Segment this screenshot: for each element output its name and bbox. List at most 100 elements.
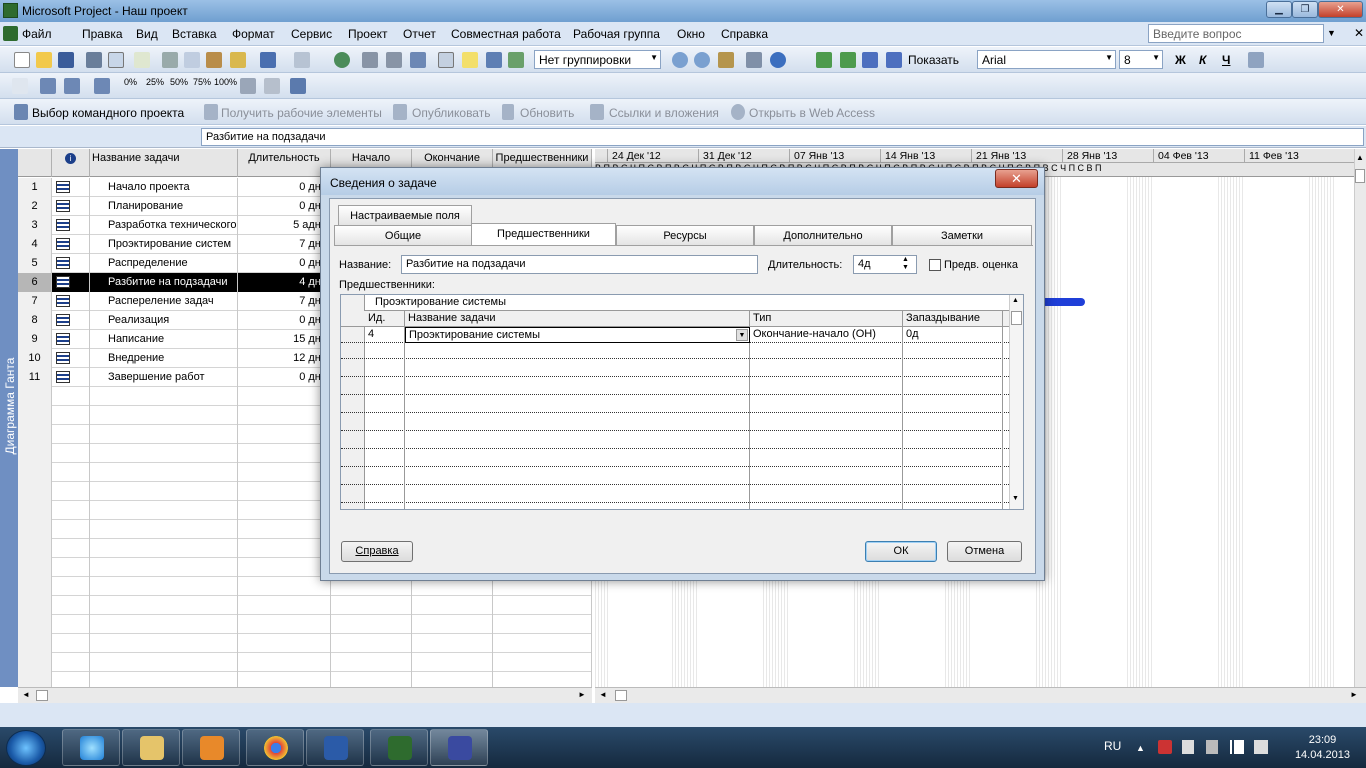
- help-dropdown-icon[interactable]: ▼: [1327, 28, 1336, 38]
- predecessors-cell[interactable]: [493, 596, 592, 615]
- empty-cell[interactable]: [903, 379, 1003, 397]
- row-number[interactable]: 11: [18, 368, 52, 387]
- predecessor-row[interactable]: 4 Проэктирование системы ▼ Окончание-нача…: [341, 327, 1023, 343]
- empty-cell[interactable]: [903, 451, 1003, 469]
- empty-predecessor-row[interactable]: [341, 397, 1023, 415]
- task-info-icon[interactable]: [438, 52, 454, 68]
- menu-insert[interactable]: Вставка: [172, 27, 217, 41]
- pred-name-select[interactable]: Проэктирование системы ▼: [405, 327, 750, 343]
- duration-cell[interactable]: 7 дне: [238, 292, 331, 311]
- dialog-close-icon[interactable]: ✕: [995, 169, 1038, 188]
- task-name-cell[interactable]: [90, 520, 238, 539]
- duration-cell[interactable]: [238, 539, 331, 558]
- empty-cell[interactable]: [750, 433, 903, 451]
- copy-picture-icon[interactable]: [746, 52, 762, 68]
- duration-cell[interactable]: [238, 596, 331, 615]
- hyperlink-icon[interactable]: [334, 52, 350, 68]
- row-indicator[interactable]: [52, 539, 90, 558]
- duration-cell[interactable]: 4 дне: [238, 273, 331, 292]
- task-name-cell[interactable]: Проэктирование систем: [90, 235, 238, 254]
- empty-predecessor-row[interactable]: [341, 451, 1023, 469]
- tray-expand-icon[interactable]: ▲: [1136, 743, 1145, 753]
- show-subtasks-icon[interactable]: [862, 52, 878, 68]
- taskbar-word[interactable]: [306, 729, 364, 766]
- publish-icon[interactable]: [508, 52, 524, 68]
- empty-cell[interactable]: [903, 343, 1003, 361]
- row-number[interactable]: [18, 615, 52, 634]
- help-button[interactable]: Справка: [341, 541, 413, 562]
- row-indicator[interactable]: [52, 463, 90, 482]
- empty-cell[interactable]: [750, 451, 903, 469]
- start-cell[interactable]: [331, 596, 412, 615]
- italic-button[interactable]: К: [1199, 53, 1206, 67]
- spinner-icon[interactable]: ▲ ▼: [902, 256, 909, 272]
- finish-cell[interactable]: [412, 653, 493, 672]
- table-scrollbar[interactable]: ▲ ▼: [1009, 295, 1023, 509]
- menu-edit[interactable]: Правка: [82, 27, 123, 41]
- row-indicator[interactable]: [52, 596, 90, 615]
- hide-subtasks-icon[interactable]: [886, 52, 902, 68]
- task-name-cell[interactable]: [90, 596, 238, 615]
- start-button[interactable]: [6, 730, 46, 766]
- task-name-cell[interactable]: [90, 615, 238, 634]
- task-name-cell[interactable]: Планирование: [90, 197, 238, 216]
- row-indicator[interactable]: [52, 482, 90, 501]
- link-tasks-icon[interactable]: [362, 52, 378, 68]
- copy-icon[interactable]: [184, 52, 200, 68]
- empty-predecessor-row[interactable]: [341, 361, 1023, 379]
- predecessors-cell[interactable]: [493, 653, 592, 672]
- row-number[interactable]: 7: [18, 292, 52, 311]
- finish-cell[interactable]: [412, 634, 493, 653]
- underline-button[interactable]: Ч: [1222, 53, 1230, 67]
- row-number[interactable]: 9: [18, 330, 52, 349]
- split-task-icon[interactable]: [410, 52, 426, 68]
- row-number[interactable]: [18, 444, 52, 463]
- row-indicator[interactable]: [52, 615, 90, 634]
- update-as-scheduled-icon[interactable]: [40, 78, 56, 94]
- scroll-thumb[interactable]: [1011, 311, 1022, 325]
- menu-workgroup[interactable]: Рабочая группа: [573, 27, 660, 41]
- start-cell[interactable]: [331, 634, 412, 653]
- empty-cell[interactable]: [405, 451, 750, 469]
- taskbar-project[interactable]: [370, 729, 428, 766]
- redo-icon[interactable]: [294, 52, 310, 68]
- tab-general[interactable]: Общие: [334, 225, 472, 245]
- task-name-cell[interactable]: Разбитие на подзадачи: [90, 273, 238, 292]
- duration-cell[interactable]: [238, 482, 331, 501]
- empty-cell[interactable]: [750, 505, 903, 509]
- bold-button[interactable]: Ж: [1175, 53, 1186, 67]
- empty-cell[interactable]: [750, 361, 903, 379]
- task-name-cell[interactable]: [90, 387, 238, 406]
- tab-notes[interactable]: Заметки: [892, 225, 1032, 245]
- empty-cell[interactable]: [750, 343, 903, 361]
- taskbar-media[interactable]: [182, 729, 240, 766]
- row-indicator[interactable]: [52, 634, 90, 653]
- empty-cell[interactable]: [365, 451, 405, 469]
- task-name-cell[interactable]: [90, 577, 238, 596]
- row-number[interactable]: [18, 482, 52, 501]
- table-row[interactable]: [18, 653, 592, 672]
- scroll-thumb[interactable]: [1355, 169, 1365, 183]
- empty-cell[interactable]: [365, 379, 405, 397]
- empty-cell[interactable]: [405, 505, 750, 509]
- grouping-select[interactable]: Нет группировки ▼: [534, 50, 661, 69]
- pct-50-button[interactable]: 50%: [170, 77, 188, 87]
- gantt-horizontal-scrollbar[interactable]: ◄ ►: [595, 687, 1366, 703]
- open-web-access-button[interactable]: Открыть в Web Access: [749, 106, 875, 120]
- choose-team-project-button[interactable]: Выбор командного проекта: [32, 106, 184, 120]
- taskbar-ie[interactable]: [62, 729, 120, 766]
- row-number[interactable]: [18, 577, 52, 596]
- language-indicator[interactable]: RU: [1104, 739, 1121, 753]
- zoom-out-icon[interactable]: [694, 52, 710, 68]
- row-number[interactable]: [18, 520, 52, 539]
- empty-predecessor-row[interactable]: [341, 343, 1023, 361]
- finish-cell[interactable]: [412, 596, 493, 615]
- menu-report[interactable]: Отчет: [403, 27, 436, 41]
- task-name-cell[interactable]: Реализация: [90, 311, 238, 330]
- empty-cell[interactable]: [365, 433, 405, 451]
- empty-cell[interactable]: [365, 487, 405, 505]
- task-name-cell[interactable]: [90, 653, 238, 672]
- empty-cell[interactable]: [750, 379, 903, 397]
- pred-lag[interactable]: 0д: [903, 327, 1003, 343]
- scroll-left-icon[interactable]: [816, 52, 832, 68]
